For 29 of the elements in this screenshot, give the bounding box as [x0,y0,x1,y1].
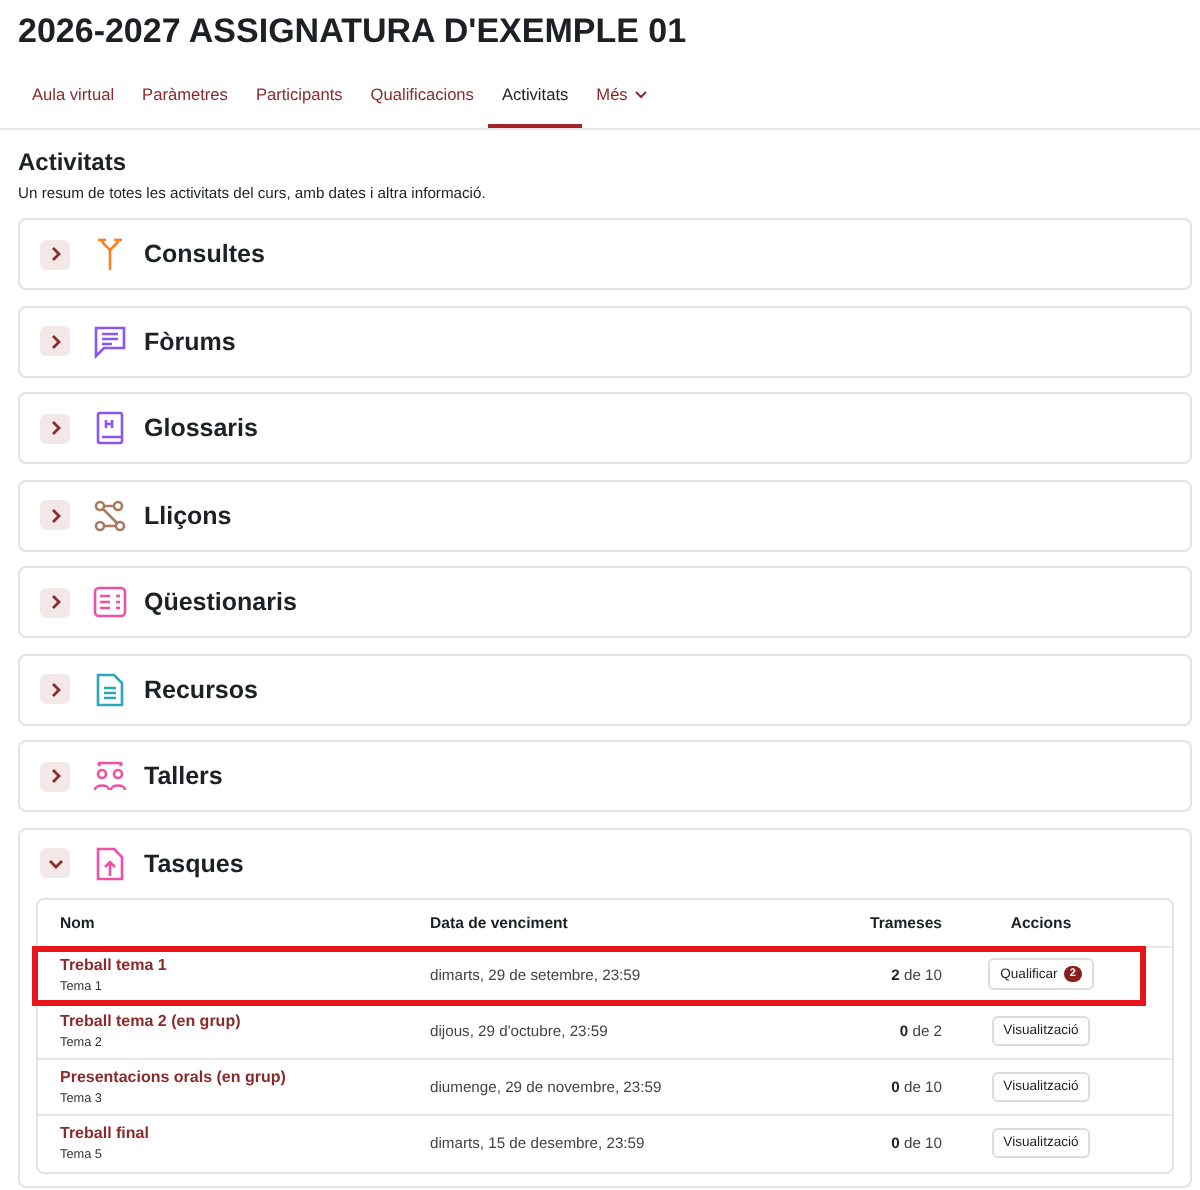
expand-toggle[interactable] [40,761,70,791]
page-heading: Activitats [18,148,129,176]
section-title: Glossaris [144,414,258,442]
activity-link[interactable]: Treball tema 2 (en grup) [60,1011,430,1029]
nav-tab[interactable]: Aula virtual [18,76,129,128]
section-title: Lliçons [144,501,232,529]
expand-toggle[interactable] [40,239,70,269]
activity-link[interactable]: Treball tema 1 [60,955,430,973]
course-title: 2026-2027 ASSIGNATURA D'EXEMPLE 01 [18,12,689,52]
expand-toggle[interactable] [40,587,70,617]
section-title: Recursos [144,675,258,703]
activity-link[interactable]: Treball final [60,1124,430,1142]
section-title: Qüestionaris [144,588,297,616]
nav-tab[interactable]: Participants [241,76,357,128]
expand-toggle[interactable] [40,848,70,878]
nav-tab[interactable]: Paràmetres [128,76,242,128]
expand-toggle[interactable] [40,500,70,530]
expand-toggle[interactable] [40,326,70,356]
nav-tab[interactable]: Qualificacions [356,76,488,128]
expand-toggle[interactable] [40,674,70,704]
section-title: Fòrums [144,327,236,355]
nav-tab[interactable]: Més [582,76,662,128]
section-title: Consultes [144,240,265,268]
caret-icon [633,89,648,99]
expand-toggle[interactable] [40,413,70,443]
section-title: Tasques [144,849,244,877]
section-title: Tallers [144,762,223,790]
nav-tab[interactable]: Activitats [487,76,583,128]
activity-link[interactable]: Presentacions orals (en grup) [60,1067,430,1085]
